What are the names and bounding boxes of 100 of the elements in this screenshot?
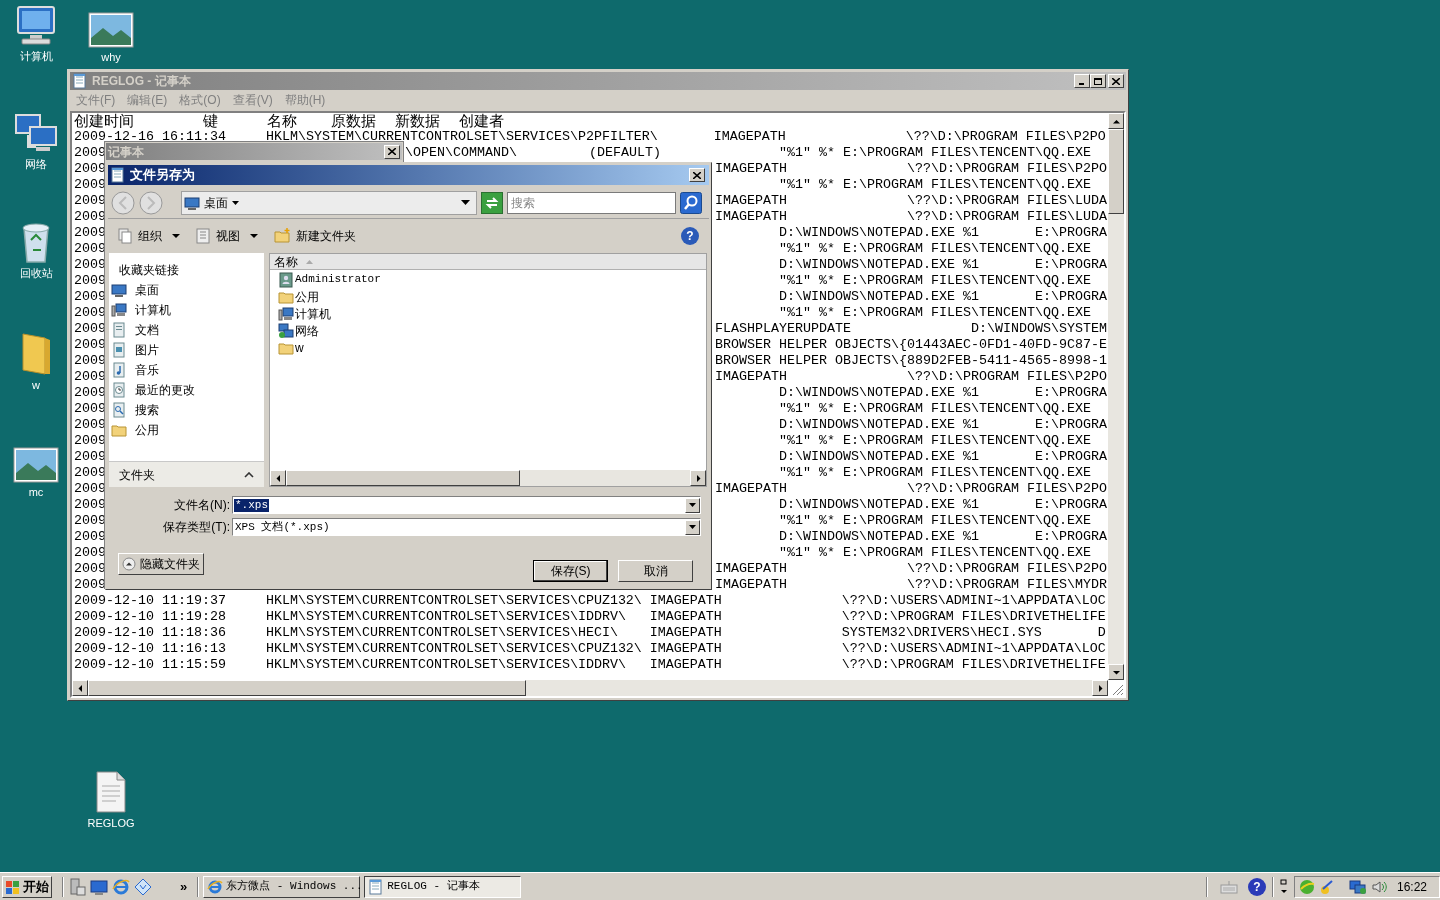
caret-icon — [232, 200, 239, 205]
network-icon — [278, 322, 294, 339]
scrollbar-thumb[interactable] — [1108, 129, 1124, 214]
file-item[interactable]: 计算机 — [278, 305, 706, 322]
close-button[interactable] — [689, 168, 705, 182]
desktop-icon-label[interactable]: 计算机 — [19, 50, 53, 63]
browser-icon[interactable] — [112, 877, 130, 896]
text-line: BROWSER HELPER OBJECTS\{01443AEC-0FD1-40FD-9C87-E — [715, 337, 1107, 353]
taskbar-button[interactable]: REGLOG - 记事本 — [364, 875, 522, 898]
hide-folders-button[interactable]: 隐藏文件夹 — [118, 553, 204, 575]
search-field[interactable]: 搜索 — [507, 191, 676, 214]
desktop-icon-label[interactable]: REGLOG — [87, 817, 135, 830]
column-header: 键 — [203, 113, 219, 129]
text-line: D:\WINDOWS\NOTEPAD.EXE %1 E:\PROGRA — [778, 449, 1107, 465]
scroll-up-button[interactable] — [1108, 113, 1124, 129]
scroll-down-button[interactable] — [1108, 664, 1124, 680]
help-button[interactable]: ? — [681, 227, 699, 245]
file-item[interactable]: Administrator — [278, 271, 706, 288]
document-icon[interactable] — [93, 770, 129, 814]
server-icon[interactable] — [68, 877, 86, 896]
favorite-link[interactable]: 桌面 — [109, 280, 264, 300]
scrollbar-thumb[interactable] — [88, 680, 526, 696]
address-bar[interactable]: 桌面 — [181, 190, 477, 215]
favorite-link[interactable]: 搜索 — [109, 400, 264, 420]
folders-toggle[interactable]: 文件夹 — [109, 461, 264, 487]
landscape-thumbnail-icon[interactable] — [88, 12, 134, 48]
file-list[interactable]: 名称 Administrator 公用 计算机 网络 w — [269, 253, 707, 487]
favorite-link[interactable]: 文档 — [109, 320, 264, 340]
dropdown-arrow-icon[interactable] — [461, 200, 470, 205]
monitor-icon[interactable] — [90, 877, 108, 896]
text-line: 2009-12-10 11:18:36 HKLM\SYSTEM\CURRENTCONTROLSET\SERVICES\HECI\ IMAGEPATH SYSTEM32\DRIVERS\HECI.SYS D — [74, 625, 1106, 641]
flag-icon — [5, 878, 21, 895]
horizontal-scrollbar[interactable] — [270, 470, 706, 486]
dropdown-button[interactable] — [685, 497, 700, 513]
horizontal-scrollbar[interactable] — [72, 680, 1108, 696]
notepad-icon — [110, 167, 126, 183]
minimize-button[interactable] — [1074, 74, 1090, 88]
folder-icon — [111, 422, 127, 438]
file-item[interactable]: 公用 — [278, 288, 706, 305]
column-header[interactable]: 名称 — [270, 254, 706, 270]
desktop-icon-label[interactable]: why — [101, 51, 121, 64]
toolbar-button[interactable]: 组织 — [116, 225, 182, 247]
maximize-button[interactable] — [1090, 74, 1106, 88]
help-button[interactable]: ? — [1247, 877, 1266, 896]
text-line: D:\WINDOWS\NOTEPAD.EXE %1 E:\PROGRA — [778, 417, 1107, 433]
favorite-link[interactable]: 最近的更改 — [109, 380, 264, 400]
search-icon[interactable] — [680, 191, 702, 214]
computer-icon[interactable] — [14, 5, 58, 47]
desktop-icon-label[interactable]: w — [32, 379, 40, 392]
desktop-icon-label[interactable]: 回收站 — [19, 267, 53, 280]
taskbar-button[interactable]: 东方微点 - Windows ... — [203, 875, 361, 898]
scroll-left-button[interactable] — [270, 470, 286, 486]
dropdown-button[interactable] — [685, 519, 700, 535]
scroll-right-button[interactable] — [690, 470, 706, 486]
scrollbar-thumb[interactable] — [286, 470, 520, 486]
filename-field[interactable]: *.xps — [232, 496, 701, 514]
text-line: BROWSER HELPER OBJECTS\{889D2FEB-5411-4565-8998-1 — [715, 353, 1107, 369]
text-line: "%1" %* E:\PROGRAM FILES\TENCENT\QQ.EXE — [778, 433, 1091, 449]
vertical-scrollbar[interactable] — [1108, 113, 1124, 680]
notepad-icon — [368, 878, 385, 895]
favorite-link[interactable]: 音乐 — [109, 360, 264, 380]
address-location[interactable]: 桌面 — [204, 193, 228, 212]
network-icon[interactable] — [1348, 878, 1367, 895]
dialog-button[interactable]: 保存(S) — [533, 560, 608, 582]
computer-icon — [111, 302, 127, 318]
toolbar-button[interactable]: 新建文件夹 — [272, 225, 358, 247]
desktop-icon-label[interactable]: 网络 — [25, 158, 47, 171]
file-item[interactable]: w — [278, 339, 706, 356]
close-button[interactable] — [1108, 74, 1124, 88]
text-line: 2009-12-10 11:16:13 HKLM\SYSTEM\CURRENTCONTROLSET\SERVICES\CPUZ132\ IMAGEPATH \??\D:\USERS\ADMINI~1\APPDATA\LOC — [74, 641, 1106, 657]
refresh-icon[interactable] — [481, 191, 503, 214]
clock[interactable]: 16:22 — [1396, 877, 1427, 896]
text-line: 2009-12-10 11:19:37 HKLM\SYSTEM\CURRENTCONTROLSET\SERVICES\CPUZ132\ IMAGEPATH \??\D:\USERS\ADMINI~1\APPDATA\LOC — [74, 593, 1106, 609]
notepad-icon — [72, 73, 88, 89]
text-line: IMAGEPATH \??\D:\PROGRAM FILES\P2PO — [715, 161, 1107, 177]
text-line: FLASHPLAYERUPDATE D:\WINDOWS\SYSTEM — [715, 321, 1107, 337]
document-icon — [111, 322, 127, 338]
field-label: 保存类型(T): — [162, 519, 231, 536]
scroll-left-button[interactable] — [72, 680, 88, 696]
dialog-button[interactable]: 取消 — [618, 560, 693, 582]
diamond-icon[interactable] — [134, 877, 152, 896]
landscape-thumbnail-icon[interactable] — [13, 447, 59, 483]
column-header: 原数据 — [331, 113, 377, 129]
user-icon — [278, 271, 294, 288]
file-item[interactable]: 网络 — [278, 322, 706, 339]
close-button[interactable] — [384, 144, 400, 159]
favorite-link[interactable]: 图片 — [109, 340, 264, 360]
desktop-icon-label[interactable]: mc — [28, 486, 44, 499]
start-button[interactable]: 开始 — [2, 875, 52, 898]
computer-icon — [278, 305, 294, 322]
favorite-link[interactable]: 公用 — [109, 420, 264, 440]
window-title: 记事本 — [108, 143, 144, 161]
text-line: "%1" %* E:\PROGRAM FILES\TENCENT\QQ.EXE — [778, 145, 1091, 161]
scroll-right-button[interactable] — [1092, 680, 1108, 696]
toolbar-button[interactable]: 视图 — [194, 225, 260, 247]
text-line: "%1" %* E:\PROGRAM FILES\TENCENT\QQ.EXE — [778, 513, 1091, 529]
more-button[interactable]: » — [180, 876, 188, 897]
speaker-icon[interactable] — [1370, 878, 1387, 895]
favorite-link[interactable]: 计算机 — [109, 300, 264, 320]
file-type-dropdown[interactable]: XPS 文档(*.xps) — [232, 518, 701, 536]
